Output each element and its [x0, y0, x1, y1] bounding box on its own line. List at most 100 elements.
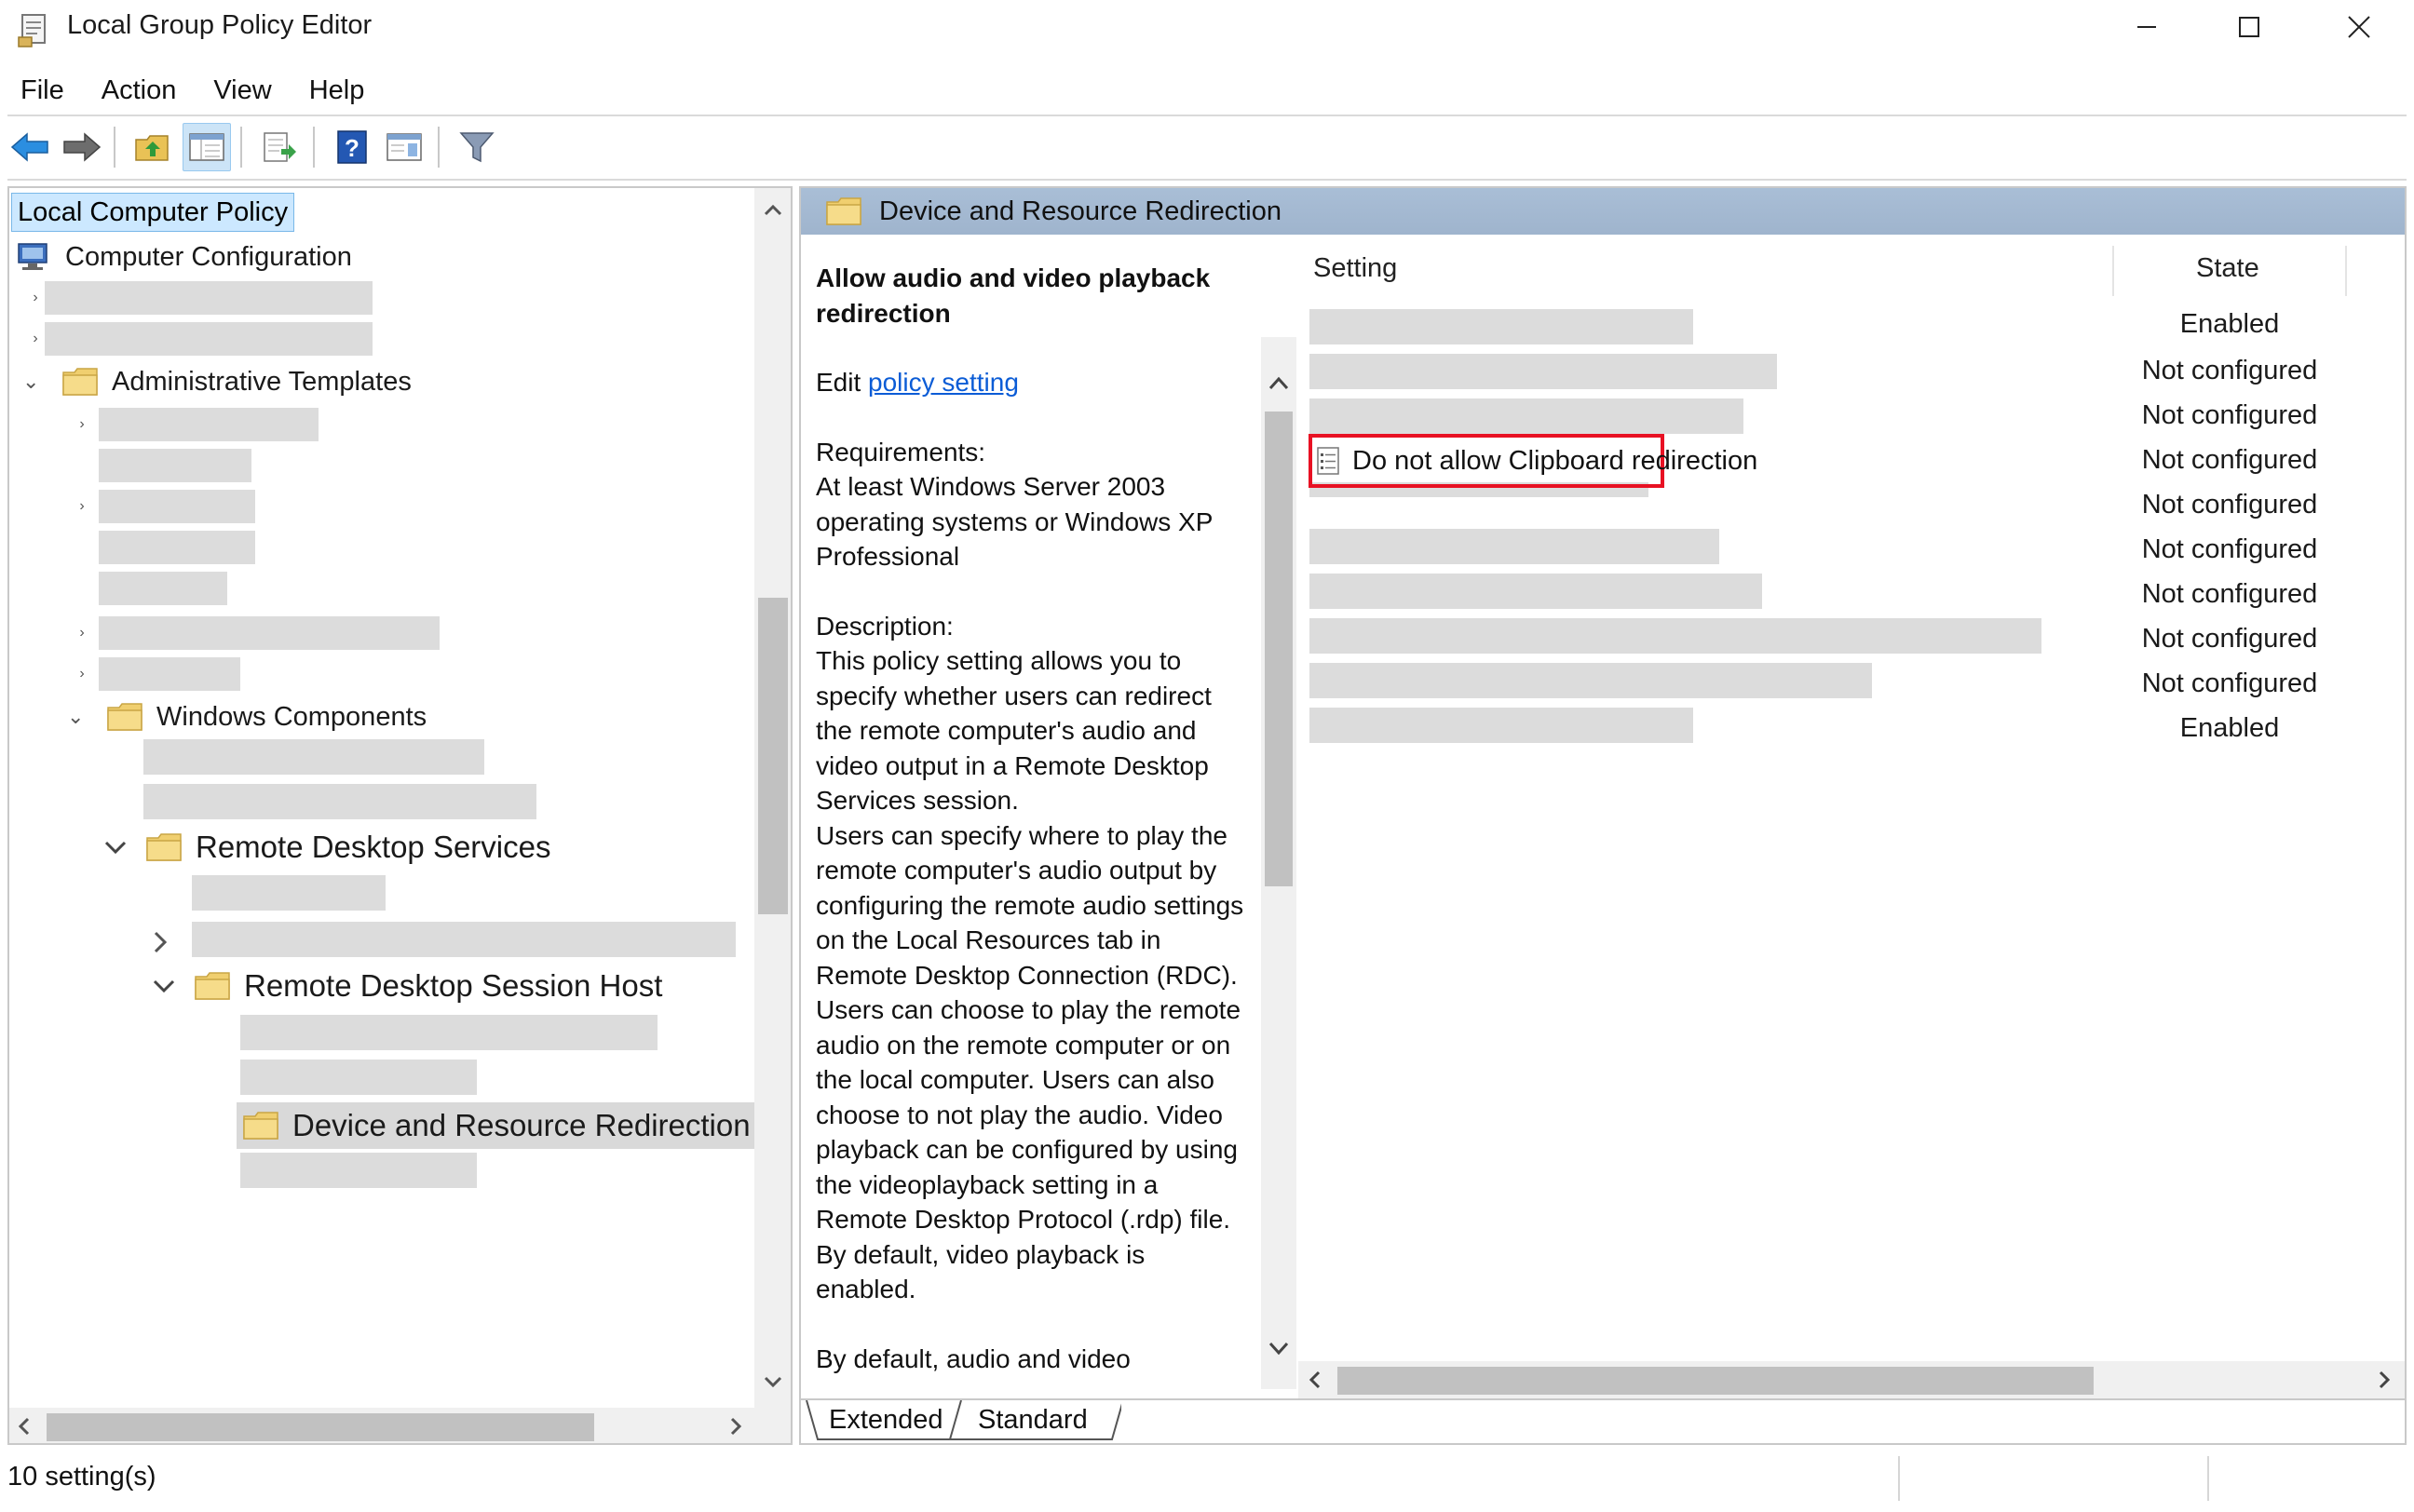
description-text: Users can specify where to play the remo… — [816, 820, 1244, 1304]
scroll-right-icon[interactable] — [2375, 1369, 2394, 1391]
chevron-down-icon: ⌄ — [22, 370, 40, 393]
requirements-label: Requirements: — [816, 437, 986, 466]
svg-text:?: ? — [345, 134, 359, 162]
scroll-down-icon[interactable] — [1267, 1339, 1291, 1357]
redacted-setting-name[interactable] — [1309, 398, 1743, 434]
menu-file[interactable]: File — [0, 69, 83, 112]
maximize-icon — [2239, 17, 2259, 37]
redacted-tree-node — [99, 572, 227, 605]
edit-policy-line: Edit policy setting — [816, 365, 1244, 400]
tab-standard[interactable]: Standard — [978, 1400, 1088, 1441]
description-vertical-scroll-thumb[interactable] — [1265, 412, 1293, 886]
tree-horizontal-scroll-thumb[interactable] — [47, 1413, 594, 1441]
group-policy-editor-window: Local Group Policy Editor File Action Vi… — [0, 0, 2414, 1512]
folder-icon — [826, 197, 861, 225]
redacted-setting-name[interactable] — [1309, 309, 1693, 344]
state-cell: Not configured — [2141, 534, 2318, 564]
redacted-tree-node — [99, 616, 440, 650]
chevron-down-icon — [104, 841, 127, 855]
up-one-level-button[interactable] — [129, 123, 177, 171]
chevron-down-icon — [153, 979, 175, 993]
back-button[interactable] — [6, 123, 54, 171]
redacted-setting-name[interactable] — [1309, 708, 1693, 743]
description-block: Description: This policy setting allows … — [816, 609, 1244, 1377]
toolbar: ? — [0, 119, 2414, 175]
scroll-up-icon[interactable] — [762, 201, 784, 220]
folder-icon — [243, 1112, 278, 1140]
scroll-left-icon[interactable] — [15, 1415, 34, 1438]
scroll-down-icon[interactable] — [762, 1372, 784, 1391]
tab-extended[interactable]: Extended — [829, 1400, 943, 1441]
tree-node-device-and-resource-redirection[interactable]: Device and Resource Redirection — [242, 1102, 751, 1149]
tree-node-administrative-templates[interactable]: ⌄ Administrative Templates — [22, 361, 412, 402]
redacted-tree-node — [192, 922, 736, 957]
redacted-setting-name[interactable] — [1309, 529, 1719, 564]
redacted-tree-node — [99, 449, 251, 482]
tree-node-computer-configuration[interactable]: Computer Configuration — [15, 236, 352, 277]
state-cell: Enabled — [2179, 309, 2280, 339]
close-icon — [2348, 16, 2370, 38]
redacted-tree-node — [143, 784, 536, 819]
menu-help[interactable]: Help — [291, 69, 384, 112]
column-header-state[interactable]: State — [2196, 253, 2259, 284]
chevron-right-icon[interactable]: › — [69, 493, 95, 520]
tree-root-local-computer-policy[interactable]: Local Computer Policy — [11, 193, 295, 232]
scroll-up-icon[interactable] — [1267, 374, 1291, 393]
extended-description-panel: Allow audio and video playback redirecti… — [816, 261, 1244, 1376]
help-button[interactable]: ? — [328, 123, 376, 171]
maximize-button[interactable] — [2198, 0, 2300, 54]
chevron-right-icon[interactable]: › — [69, 412, 95, 438]
tree-label: Administrative Templates — [112, 366, 412, 397]
redacted-setting-name[interactable] — [1309, 354, 1777, 389]
scroll-right-icon[interactable] — [726, 1415, 745, 1438]
redacted-setting-name[interactable] — [1309, 574, 1762, 609]
tree-node-remote-desktop-services[interactable]: Remote Desktop Services — [102, 824, 550, 871]
forward-button[interactable] — [58, 123, 106, 171]
export-list-icon — [264, 132, 296, 162]
policy-setting-icon — [1317, 447, 1339, 475]
state-cell: Not configured — [2141, 624, 2318, 654]
toolbar-separator-line — [7, 179, 2407, 181]
toolbar-separator — [438, 127, 440, 168]
extended-view-button[interactable] — [380, 123, 428, 171]
state-cell: Enabled — [2179, 713, 2280, 743]
menu-action[interactable]: Action — [83, 69, 196, 112]
computer-icon — [18, 243, 47, 270]
redacted-tree-node — [240, 1015, 658, 1050]
export-list-button[interactable] — [255, 123, 304, 171]
filter-button[interactable] — [453, 123, 501, 171]
redacted-tree-node — [99, 490, 255, 523]
up-folder-icon — [135, 135, 169, 161]
show-hide-console-tree-button[interactable] — [183, 123, 231, 171]
redacted-tree-node — [240, 1060, 477, 1095]
redacted-setting-name[interactable] — [1309, 663, 1872, 698]
setting-row-do-not-allow-clipboard-redirection[interactable]: Do not allow Clipboard redirection — [1315, 439, 1757, 482]
description-text: This policy setting allows you to specif… — [816, 646, 1212, 815]
redacted-tree-node — [99, 657, 240, 691]
tree-node-remote-desktop-session-host[interactable]: Remote Desktop Session Host — [151, 963, 662, 1009]
scroll-left-icon[interactable] — [1306, 1369, 1324, 1391]
edit-policy-setting-link[interactable]: policy setting — [868, 368, 1019, 397]
chevron-right-icon[interactable] — [151, 929, 170, 955]
folder-icon — [62, 368, 98, 396]
toolbar-separator — [313, 127, 315, 168]
list-horizontal-scroll-thumb[interactable] — [1337, 1367, 2094, 1395]
close-button[interactable] — [2308, 0, 2410, 54]
chevron-right-icon[interactable]: › — [69, 620, 95, 646]
folder-icon — [146, 833, 182, 861]
tree-vertical-scroll-thumb[interactable] — [758, 598, 788, 914]
details-header: Device and Resource Redirection — [801, 188, 2405, 235]
forward-icon — [63, 132, 102, 162]
minimize-button[interactable] — [2095, 0, 2198, 54]
details-header-title: Device and Resource Redirection — [879, 196, 1282, 226]
folder-icon — [107, 703, 142, 731]
status-divider — [1898, 1456, 1900, 1501]
tree-node-windows-components[interactable]: ⌄ Windows Components — [67, 696, 427, 737]
policy-title: Allow audio and video playback redirecti… — [816, 263, 1211, 328]
extended-view-icon — [387, 133, 422, 161]
chevron-right-icon[interactable]: › — [69, 661, 95, 687]
redacted-setting-name[interactable] — [1309, 618, 2041, 654]
column-header-setting[interactable]: Setting — [1313, 253, 1397, 284]
state-cell: Not configured — [2141, 400, 2318, 430]
menu-view[interactable]: View — [195, 69, 290, 112]
